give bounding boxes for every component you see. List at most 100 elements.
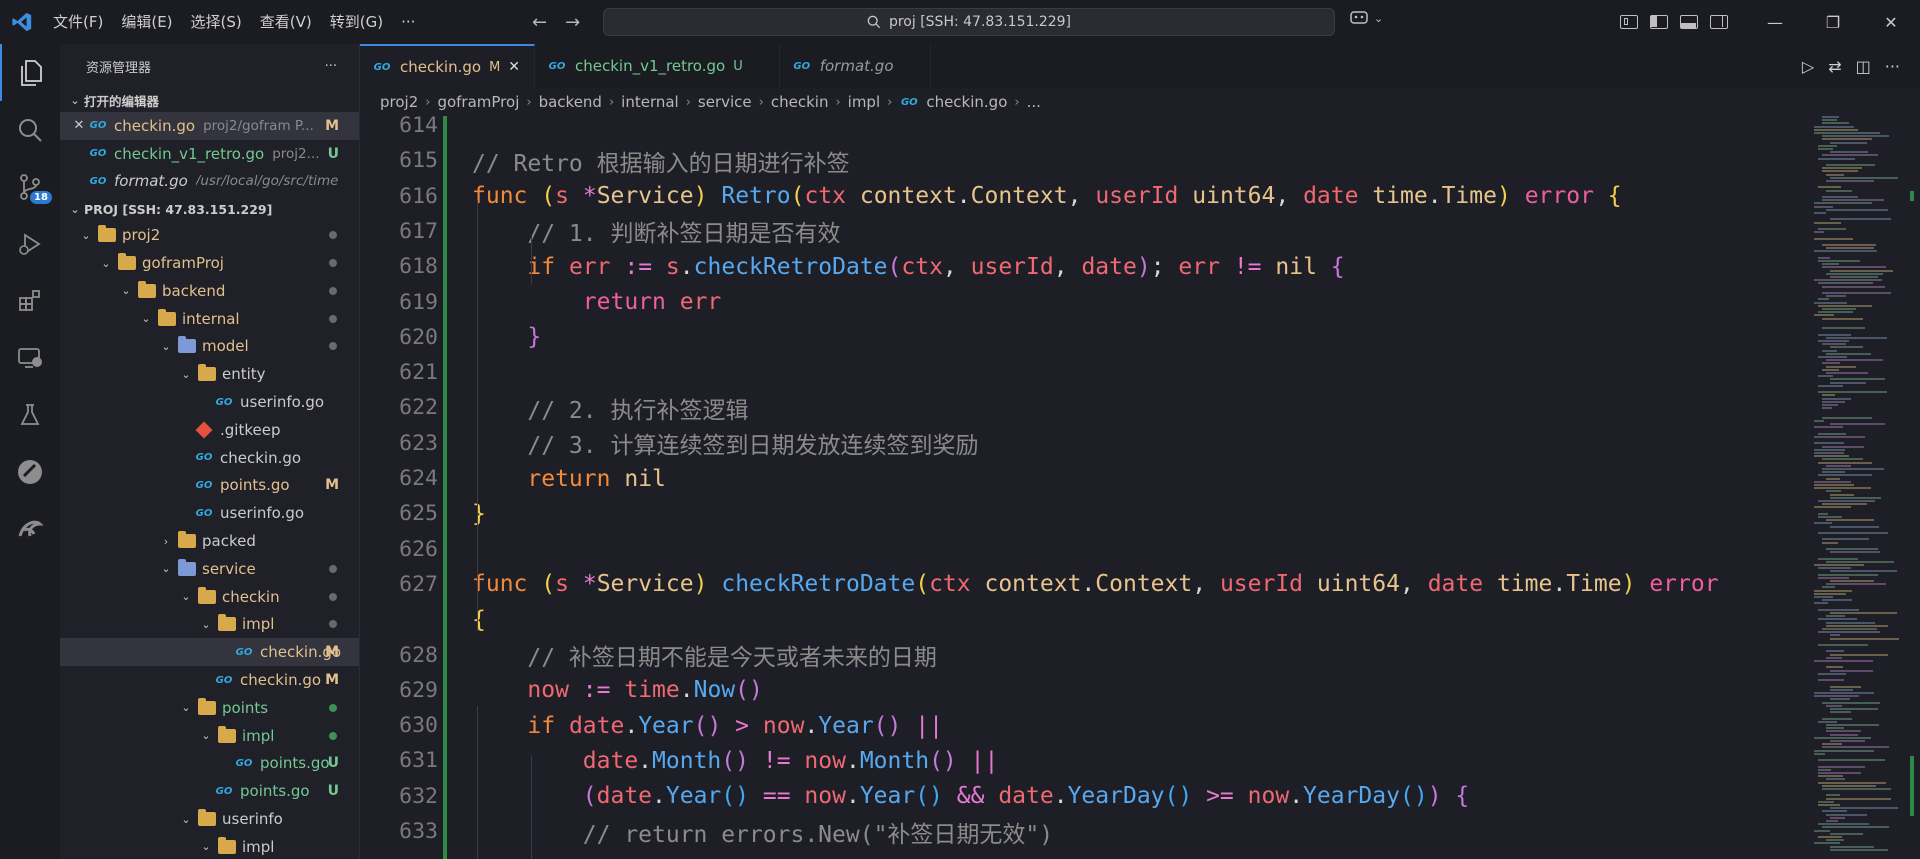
gofrane-icon[interactable]: [0, 500, 60, 557]
menu-item[interactable]: 查看(V): [251, 0, 321, 44]
run-debug-icon[interactable]: [0, 215, 60, 272]
breadcrumb-item[interactable]: checkin: [771, 93, 829, 111]
folder-tree-item[interactable]: ⌄ impl: [60, 611, 359, 639]
breadcrumb-item[interactable]: proj2: [380, 93, 418, 111]
folder-tree-item[interactable]: ⌄ userinfo: [60, 805, 359, 833]
open-editor-item[interactable]: GO format.go/usr/local/go/src/time: [60, 168, 359, 196]
menu-item[interactable]: 编辑(E): [112, 0, 181, 44]
code-line[interactable]: 628 // 补签日期不能是今天或者未来的日期: [360, 638, 1810, 673]
minimap-line: [1822, 397, 1851, 400]
code-line[interactable]: 630 if date.Year() > now.Year() ||: [360, 708, 1810, 743]
close-icon[interactable]: ✕: [70, 118, 88, 133]
forward-arrow-icon[interactable]: →: [565, 12, 580, 33]
code-line[interactable]: 619 return err: [360, 285, 1810, 320]
file-tree-item[interactable]: GO checkin.go M: [60, 638, 359, 667]
file-tree-item[interactable]: GO userinfo.go: [60, 499, 359, 527]
back-arrow-icon[interactable]: ←: [532, 12, 547, 33]
code-editor[interactable]: 614 615 // Retro 根据输入的日期进行补签 616 func (s *Se…: [360, 116, 1810, 859]
folder-tree-item[interactable]: › packed: [60, 527, 359, 555]
folder-tree-item[interactable]: ⌄ goframProj: [60, 249, 359, 277]
menu-item[interactable]: ···: [392, 0, 424, 44]
open-editors-header[interactable]: ⌄ 打开的编辑器: [60, 88, 359, 112]
code-line[interactable]: 625}: [360, 496, 1810, 531]
code-line[interactable]: 622 // 2. 执行补签逻辑: [360, 390, 1810, 425]
folder-tree-item[interactable]: ⌄ proj2: [60, 221, 359, 249]
code-line[interactable]: 626: [360, 532, 1810, 567]
folder-tree-item[interactable]: ⌄ entity: [60, 360, 359, 388]
open-editor-item[interactable]: GO checkin_v1_retro.go proj2... U: [60, 140, 359, 168]
close-window-icon[interactable]: ✕: [1862, 0, 1920, 44]
split-editor-icon[interactable]: ◫: [1856, 57, 1871, 76]
folder-tree-item[interactable]: ⌄ impl: [60, 722, 359, 750]
minimap-line: [1818, 512, 1829, 515]
file-tree-item[interactable]: GO points.go M: [60, 472, 359, 500]
open-changes-icon[interactable]: ⇄: [1828, 57, 1841, 76]
file-tree-item[interactable]: GO userinfo.go: [60, 388, 359, 416]
code-line[interactable]: 633 // return errors.New("补签日期无效"): [360, 814, 1810, 849]
minimap-line: [1822, 199, 1885, 202]
menu-item[interactable]: 选择(S): [182, 0, 251, 44]
breadcrumb-item[interactable]: backend: [539, 93, 602, 111]
folder-tree-item[interactable]: ⌄ service: [60, 555, 359, 583]
testing-flask-icon[interactable]: [0, 386, 60, 443]
folder-tree-item[interactable]: ⌄ model: [60, 333, 359, 361]
close-icon[interactable]: ✕: [508, 59, 520, 75]
breadcrumb-item[interactable]: ...: [1027, 93, 1041, 111]
code-line[interactable]: 614: [360, 116, 1810, 143]
folder-tree-item[interactable]: ⌄ checkin: [60, 583, 359, 611]
file-tree-item[interactable]: .gitkeep: [60, 416, 359, 444]
tab-format-go[interactable]: GO format.go: [780, 44, 931, 88]
folder-tree-item[interactable]: ⌄ points: [60, 694, 359, 722]
code-line[interactable]: 631 date.Month() != now.Month() ||: [360, 743, 1810, 778]
folder-tree-item[interactable]: ⌄ internal: [60, 305, 359, 333]
minimap-line: [1814, 752, 1825, 755]
code-line[interactable]: 632 (date.Year() == now.Year() && date.Y…: [360, 779, 1810, 814]
project-header[interactable]: ⌄ PROJ [SSH: 47.83.151.229]: [60, 197, 359, 221]
file-tree-item[interactable]: GO points.go U: [60, 750, 359, 778]
menu-item[interactable]: 文件(F): [44, 0, 112, 44]
file-tree-item[interactable]: GO checkin.go M: [60, 666, 359, 694]
copilot-button[interactable]: ⌄: [1350, 10, 1383, 26]
folder-tree-item[interactable]: ⌄ backend: [60, 277, 359, 305]
source-control-icon[interactable]: 18: [0, 158, 60, 215]
code-line[interactable]: 624 return nil: [360, 461, 1810, 496]
more-actions-icon[interactable]: ···: [325, 59, 337, 74]
code-line[interactable]: 620 }: [360, 320, 1810, 355]
toggle-panel-icon[interactable]: [1680, 15, 1698, 29]
code-line[interactable]: 617 // 1. 判断补签日期是否有效: [360, 214, 1810, 249]
customize-layout-icon[interactable]: [1620, 15, 1638, 29]
code-line[interactable]: 615 // Retro 根据输入的日期进行补签: [360, 143, 1810, 178]
more-actions-icon[interactable]: ···: [1885, 57, 1900, 76]
code-line[interactable]: 629 now := time.Now(): [360, 673, 1810, 708]
file-tree-item[interactable]: GO points.go U: [60, 777, 359, 805]
toggle-primary-sidebar-icon[interactable]: [1650, 15, 1668, 29]
tab-checkin_v1_retro-go[interactable]: GO checkin_v1_retro.go U: [535, 44, 780, 88]
file-tree-item[interactable]: GO checkin.go: [60, 444, 359, 472]
minimize-icon[interactable]: —: [1746, 0, 1804, 44]
breadcrumb-item[interactable]: internal: [621, 93, 679, 111]
breadcrumb-item[interactable]: checkin.go: [926, 93, 1007, 111]
code-line[interactable]: 623 // 3. 计算连续签到日期发放连续签到奖励: [360, 426, 1810, 461]
run-file-icon[interactable]: ▷: [1802, 57, 1814, 76]
extensions-icon[interactable]: [0, 272, 60, 329]
explorer-icon[interactable]: [0, 44, 60, 101]
restore-icon[interactable]: ❐: [1804, 0, 1862, 44]
folder-tree-item[interactable]: ⌄ impl: [60, 833, 359, 859]
search-activity-icon[interactable]: [0, 101, 60, 158]
breadcrumb-item[interactable]: service: [698, 93, 752, 111]
toggle-secondary-sidebar-icon[interactable]: [1710, 15, 1728, 29]
minimap[interactable]: [1810, 116, 1920, 859]
code-line[interactable]: 616 func (s *Service) Retro(ctx context.C…: [360, 179, 1810, 214]
breadcrumb-item[interactable]: impl: [848, 93, 880, 111]
go-extension-icon[interactable]: [0, 443, 60, 500]
menu-item[interactable]: 转到(G): [321, 0, 392, 44]
breadcrumb-item[interactable]: goframProj: [437, 93, 519, 111]
tab-checkin-go[interactable]: GO checkin.go M ✕: [360, 44, 536, 88]
code-line[interactable]: 618 if err := s.checkRetroDate(ctx, user…: [360, 249, 1810, 284]
code-line[interactable]: 627 func (s *Service) checkRetroDate(ctx …: [360, 567, 1810, 602]
code-line[interactable]: 621: [360, 355, 1810, 390]
command-center-search[interactable]: proj [SSH: 47.83.151.229]: [603, 8, 1335, 36]
open-editor-item[interactable]: ✕ GO checkin.go proj2/gofram P... M: [60, 112, 359, 140]
remote-explorer-icon[interactable]: [0, 329, 60, 386]
code-line[interactable]: {: [360, 602, 1810, 637]
